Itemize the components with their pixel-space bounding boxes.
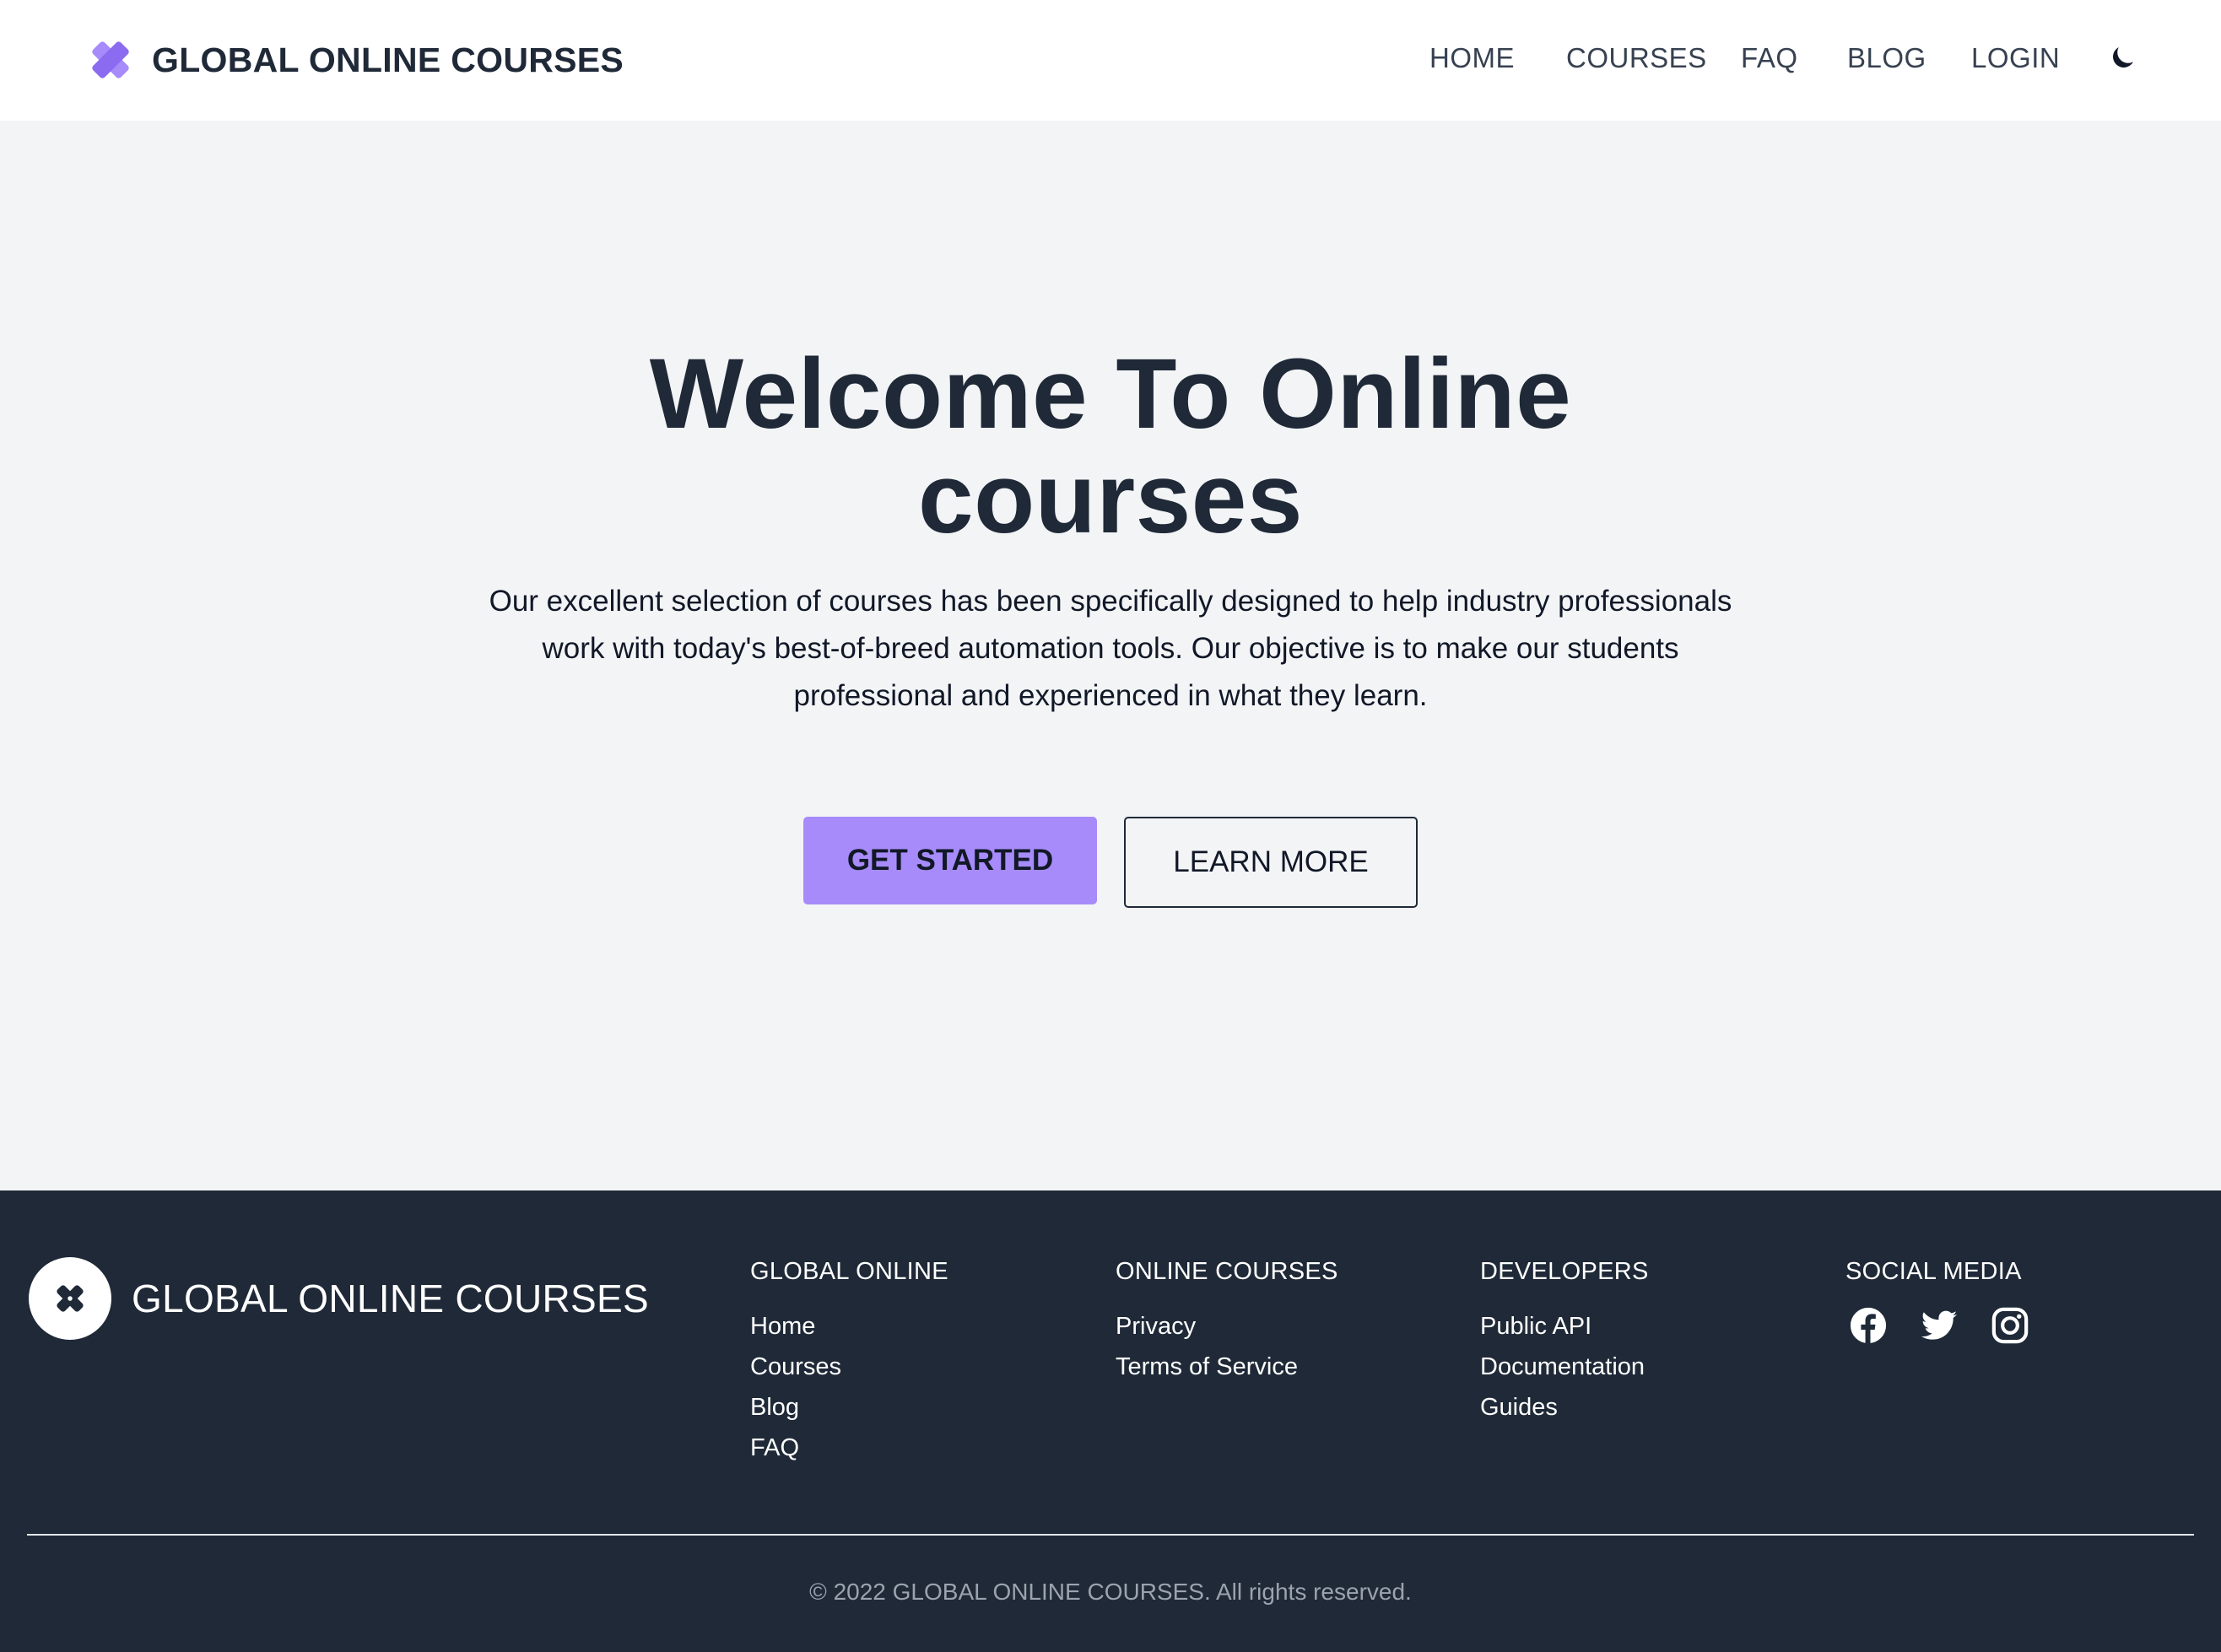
footer-link-faq[interactable]: FAQ [750,1428,948,1468]
footer-logo [29,1257,111,1340]
moon-icon[interactable] [2108,40,2138,74]
instagram-icon[interactable] [1991,1306,2029,1345]
footer-column-global-online: GLOBAL ONLINE Home Courses Blog FAQ [750,1258,948,1468]
brand-logo-icon [92,41,129,78]
footer-link-home[interactable]: Home [750,1306,948,1347]
learn-more-button[interactable]: LEARN MORE [1124,817,1418,908]
hero-title-line1: Welcome To Online [649,338,1572,450]
copyright-text: © 2022 GLOBAL ONLINE COURSES. All rights… [809,1579,1412,1605]
twitter-icon[interactable] [1920,1306,1959,1345]
footer-link-blog[interactable]: Blog [750,1387,948,1428]
footer-link-courses[interactable]: Courses [750,1347,948,1387]
footer-column-title: DEVELOPERS [1480,1258,1649,1285]
footer-brand-link[interactable]: GLOBAL ONLINE COURSES [29,1257,649,1340]
nav-faq[interactable]: FAQ [1741,42,1798,74]
footer-link-public-api[interactable]: Public API [1480,1306,1649,1347]
footer-column-title: ONLINE COURSES [1116,1258,1338,1285]
footer-brand-title: GLOBAL ONLINE COURSES [132,1277,649,1320]
site-footer: GLOBAL ONLINE COURSES GLOBAL ONLINE Home… [0,1190,2221,1652]
footer-logo-icon [57,1285,84,1312]
social-icons [1845,1306,2058,1345]
nav-login[interactable]: LOGIN [1971,42,2060,74]
hero-title-line2: courses [917,443,1304,554]
footer-column-title: SOCIAL MEDIA [1845,1258,2022,1285]
get-started-button[interactable]: GET STARTED [803,817,1097,904]
facebook-icon[interactable] [1849,1306,1888,1345]
footer-column-title: GLOBAL ONLINE [750,1258,948,1285]
footer-link-terms[interactable]: Terms of Service [1116,1347,1338,1387]
footer-link-privacy[interactable]: Privacy [1116,1306,1338,1347]
hero-description: Our excellent selection of courses has b… [489,585,1732,712]
hero-section: Welcome To Online courses Our excellent … [0,121,2221,1190]
nav-courses[interactable]: COURSES [1566,42,1707,74]
brand-link[interactable]: GLOBAL ONLINE COURSES [84,34,624,86]
site-header: GLOBAL ONLINE COURSES HOME COURSES FAQ B… [0,0,2221,121]
nav-blog[interactable]: BLOG [1847,42,1926,74]
footer-column-developers: DEVELOPERS Public API Documentation Guid… [1480,1258,1649,1428]
footer-divider [27,1534,2194,1536]
nav-home[interactable]: HOME [1429,42,1515,74]
footer-column-social-media: SOCIAL MEDIA [1845,1258,2058,1345]
hero-title: Welcome To Online courses [520,342,1701,551]
footer-link-guides[interactable]: Guides [1480,1387,1649,1428]
footer-link-documentation[interactable]: Documentation [1480,1347,1649,1387]
brand-title: GLOBAL ONLINE COURSES [152,40,624,79]
footer-column-online-courses: ONLINE COURSES Privacy Terms of Service [1116,1258,1338,1387]
